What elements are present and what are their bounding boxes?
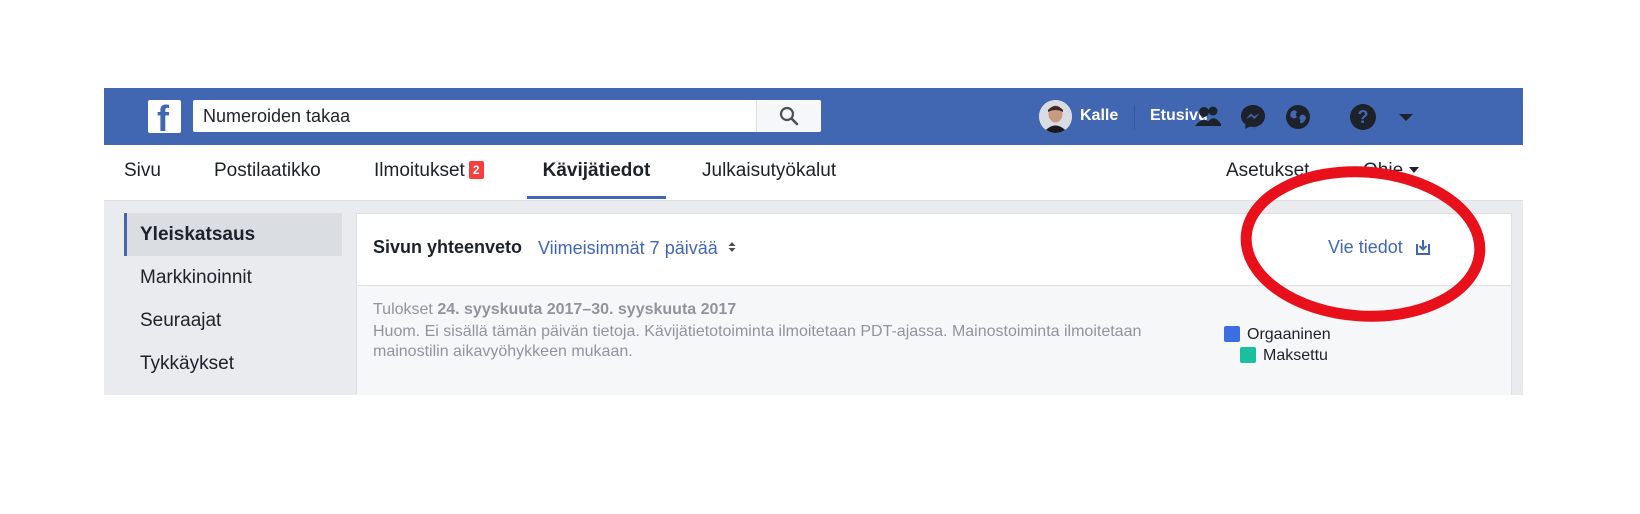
- tab-ilmoitukset[interactable]: Ilmoitukset 2: [374, 145, 484, 199]
- tab-kavijatiedot[interactable]: Kävijätiedot: [527, 145, 666, 199]
- search-input[interactable]: [203, 100, 733, 132]
- sidebar-item-overview[interactable]: Yleiskatsaus: [124, 213, 342, 256]
- legend-swatch: [1240, 347, 1256, 363]
- tab-sivu[interactable]: Sivu: [124, 145, 161, 199]
- legend-paid: Maksettu: [1240, 347, 1328, 365]
- sidebar-item-promotions[interactable]: Markkinoinnit: [124, 256, 342, 299]
- avatar[interactable]: [1039, 100, 1072, 133]
- tab-julkaisutyokalut[interactable]: Julkaisutyökalut: [702, 145, 836, 199]
- date-range-selector[interactable]: Viimeisimmät 7 päivää: [538, 238, 736, 259]
- search-icon: [779, 106, 799, 126]
- account-menu-chevron-icon[interactable]: [1391, 102, 1421, 132]
- legend-swatch: [1224, 326, 1240, 342]
- panel-title: Sivun yhteenveto: [373, 237, 523, 257]
- messenger-icon[interactable]: [1238, 102, 1268, 132]
- profile-link[interactable]: Kalle: [1080, 107, 1118, 125]
- sort-arrows-icon: [728, 242, 736, 252]
- svg-text:?: ?: [1358, 107, 1369, 127]
- sidebar-item-followers[interactable]: Seuraajat: [124, 299, 342, 342]
- globe-notifications-icon[interactable]: [1283, 102, 1313, 132]
- divider: [1134, 105, 1135, 129]
- help-icon[interactable]: ?: [1348, 102, 1378, 132]
- search-button[interactable]: [756, 100, 821, 132]
- legend-organic: Orgaaninen: [1224, 326, 1331, 344]
- sidebar-item-likes[interactable]: Tykkäykset: [124, 342, 342, 385]
- tab-postilaatikko[interactable]: Postilaatikko: [214, 145, 321, 199]
- facebook-logo[interactable]: f: [148, 100, 181, 133]
- search-box: [193, 100, 821, 132]
- results-range: Tulokset 24. syyskuuta 2017–30. syyskuut…: [373, 301, 737, 318]
- red-circle-annotation: [1240, 166, 1486, 322]
- friend-requests-icon[interactable]: [1193, 102, 1223, 132]
- timezone-note: Huom. Ei sisällä tämän päivän tietoja. K…: [373, 323, 1142, 360]
- top-navigation-bar: f Kalle Etusivu: [104, 88, 1523, 145]
- insights-sidebar: Yleiskatsaus Markkinoinnit Seuraajat Tyk…: [124, 213, 342, 385]
- notification-badge: 2: [468, 161, 484, 179]
